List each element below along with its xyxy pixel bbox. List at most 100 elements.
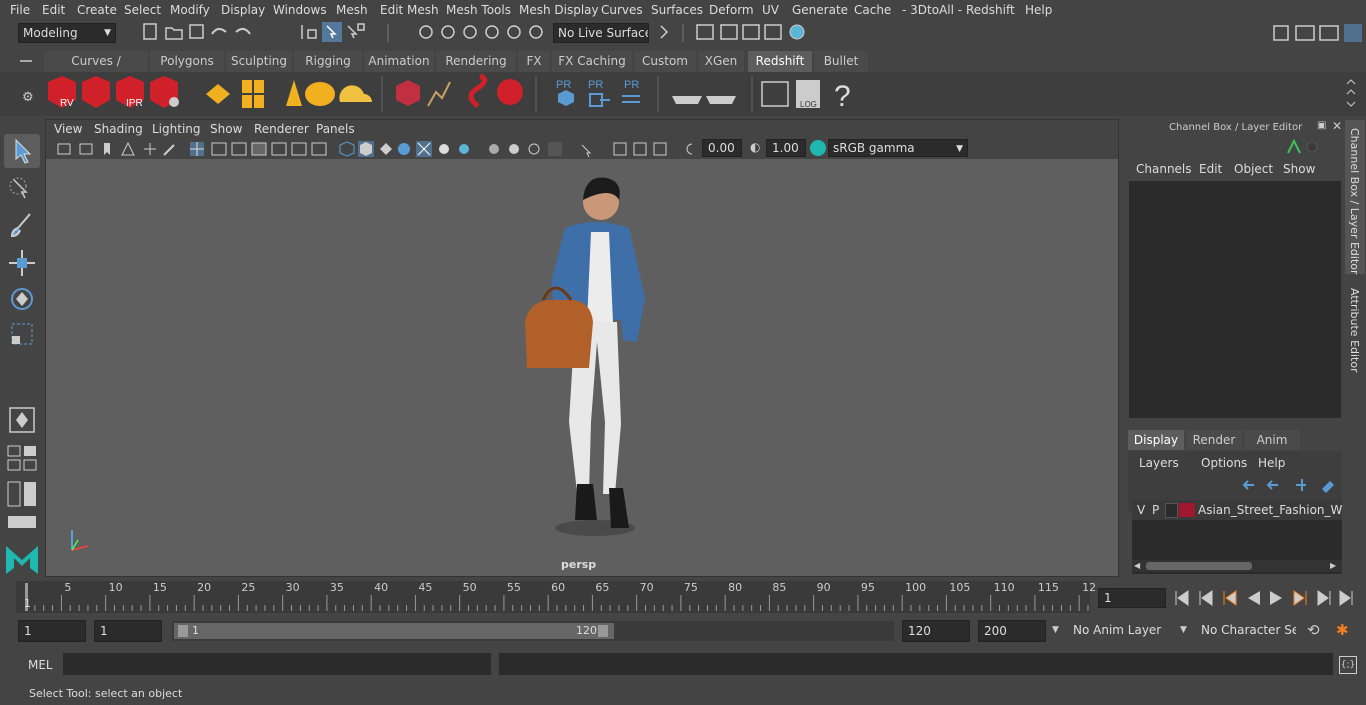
layer-row[interactable]: V P Asian_Street_Fashion_Wom <box>1132 500 1342 520</box>
menu-mesh-display[interactable]: Mesh Display <box>519 3 599 17</box>
vp-menu-show[interactable]: Show <box>210 122 242 136</box>
layer-list[interactable]: V P Asian_Street_Fashion_Wom ◀ ▶ <box>1132 500 1342 574</box>
channel-box-side-tab[interactable]: Channel Box / Layer Editor <box>1345 120 1365 275</box>
gear-icon[interactable]: ⚙ <box>22 90 34 105</box>
xray-icon[interactable] <box>613 142 627 156</box>
menu-select[interactable]: Select <box>124 3 161 17</box>
layers-menu[interactable]: Layers <box>1139 456 1179 470</box>
xray-joint-icon[interactable] <box>144 143 156 155</box>
layer-color-swatch[interactable] <box>1179 503 1195 517</box>
select-camera-icon[interactable] <box>57 143 71 155</box>
range-slider[interactable]: 1 120 <box>172 621 894 641</box>
redshift-spot-light-icon[interactable] <box>286 80 302 106</box>
layer-tab-anim[interactable]: Anim <box>1244 430 1300 450</box>
xray-active-icon[interactable] <box>633 142 647 156</box>
menu-modify[interactable]: Modify <box>170 3 210 17</box>
field-chart-icon[interactable] <box>271 142 287 156</box>
menu-mesh[interactable]: Mesh <box>336 3 368 17</box>
character-set-select[interactable]: No Character Set <box>1196 620 1296 642</box>
shelf-handle[interactable] <box>20 60 32 62</box>
playback-end-field[interactable]: 120 <box>902 620 970 642</box>
menu-windows[interactable]: Windows <box>273 3 327 17</box>
vp-menu-view[interactable]: View <box>54 122 82 136</box>
aa-icon[interactable] <box>528 143 540 155</box>
go-to-end-icon[interactable] <box>1339 590 1353 606</box>
mode-selector[interactable]: Modeling ▼ <box>18 23 116 43</box>
redshift-render-view-icon[interactable]: RV <box>48 76 76 109</box>
lock-camera-icon[interactable] <box>79 143 93 155</box>
shade-wire-icon[interactable] <box>380 143 392 155</box>
layer-scrollbar[interactable]: ◀ ▶ <box>1132 560 1342 572</box>
bake-icon-a[interactable] <box>672 96 702 104</box>
menu-display[interactable]: Display <box>221 3 265 17</box>
layer-action-icons[interactable] <box>1240 475 1340 493</box>
animation-preferences-icon[interactable]: ✱ <box>1336 621 1349 639</box>
start-frame-field[interactable]: 1 <box>18 620 86 642</box>
redshift-proxy-icon[interactable] <box>396 80 420 106</box>
redshift-dome-light-icon[interactable] <box>305 82 335 106</box>
layer-help-menu[interactable]: Help <box>1258 456 1285 470</box>
dof-icon[interactable] <box>548 142 562 156</box>
vp-menu-renderer[interactable]: Renderer <box>254 122 309 136</box>
pr-export-icon[interactable]: PR <box>588 79 610 107</box>
tab-bullet[interactable]: Bullet <box>814 51 868 72</box>
redshift-settings-icon[interactable] <box>150 76 179 108</box>
layer-name[interactable]: Asian_Street_Fashion_Wom <box>1198 503 1342 517</box>
tab-animation[interactable]: Animation <box>364 51 434 72</box>
play-backward-icon[interactable] <box>1248 591 1260 605</box>
layer-tab-render[interactable]: Render <box>1186 430 1242 450</box>
help-icon[interactable]: ? <box>834 80 851 113</box>
gamma-field[interactable]: 1.00 <box>766 139 806 157</box>
range-handle-left[interactable] <box>178 625 188 637</box>
gamma-icon[interactable]: ◐ <box>750 140 760 154</box>
menu-curves[interactable]: Curves <box>601 3 643 17</box>
tab-xgen[interactable]: XGen <box>698 51 744 72</box>
menu-mesh-tools[interactable]: Mesh Tools <box>446 3 511 17</box>
tab-curves-surfaces[interactable]: Curves / Surfaces <box>44 51 148 89</box>
tab-redshift[interactable]: Redshift <box>748 51 812 72</box>
tab-rigging[interactable]: Rigging <box>294 51 362 72</box>
lasso-tool[interactable] <box>4 172 40 206</box>
chevron-down-icon[interactable]: ▼ <box>1180 625 1187 635</box>
film-gate-icon[interactable] <box>211 142 227 156</box>
menu-cache[interactable]: Cache <box>854 3 891 17</box>
isolate-select-icon[interactable] <box>581 144 592 158</box>
step-forward-icon[interactable] <box>1317 590 1331 606</box>
cb-show-menu[interactable]: Show <box>1283 162 1315 176</box>
tab-custom[interactable]: Custom <box>634 51 696 72</box>
lights-icon[interactable] <box>439 144 449 154</box>
tab-polygons[interactable]: Polygons <box>150 51 224 72</box>
range-handle-right[interactable] <box>598 625 608 637</box>
scene-model[interactable] <box>515 172 665 542</box>
live-surface-field[interactable]: No Live Surface <box>553 23 649 43</box>
go-to-start-icon[interactable] <box>1175 590 1189 606</box>
pencil-icon[interactable] <box>163 144 175 156</box>
redshift-area-light-icon[interactable] <box>206 84 230 104</box>
vp-menu-panels[interactable]: Panels <box>316 122 355 136</box>
exposure-icon[interactable] <box>686 143 692 155</box>
attribute-editor-side-tab[interactable]: Attribute Editor <box>1345 280 1365 376</box>
select-tool[interactable] <box>4 134 40 168</box>
shelf-scroll-icon[interactable] <box>1344 78 1358 112</box>
channel-box-header-icons[interactable] <box>1286 137 1336 157</box>
command-input[interactable] <box>63 653 491 675</box>
xray-joints-icon[interactable] <box>653 142 667 156</box>
resolution-gate-icon[interactable] <box>231 142 247 156</box>
end-frame-field[interactable]: 200 <box>978 620 1046 642</box>
redshift-sun-sky-icon[interactable] <box>339 85 372 102</box>
range-slider-bar[interactable] <box>174 623 614 639</box>
float-panel-icon[interactable]: ▣ <box>1317 120 1326 131</box>
menu-help[interactable]: Help <box>1025 3 1052 17</box>
scale-tool[interactable] <box>4 318 40 352</box>
layer-type-box[interactable] <box>1165 503 1178 518</box>
menu-3dtoall[interactable]: - 3DtoAll - <box>902 3 962 17</box>
pr-sync-icon[interactable]: PR <box>622 79 640 103</box>
current-frame-field[interactable]: 1 <box>1098 588 1166 608</box>
color-management-icon[interactable] <box>810 140 826 156</box>
menu-uv[interactable]: UV <box>762 3 779 17</box>
move-tool[interactable] <box>4 246 40 280</box>
layout-buttons[interactable] <box>6 442 38 532</box>
layer-visibility-toggle[interactable]: V <box>1137 503 1145 517</box>
cb-edit-menu[interactable]: Edit <box>1199 162 1222 176</box>
tab-fx-caching[interactable]: FX Caching <box>552 51 632 72</box>
